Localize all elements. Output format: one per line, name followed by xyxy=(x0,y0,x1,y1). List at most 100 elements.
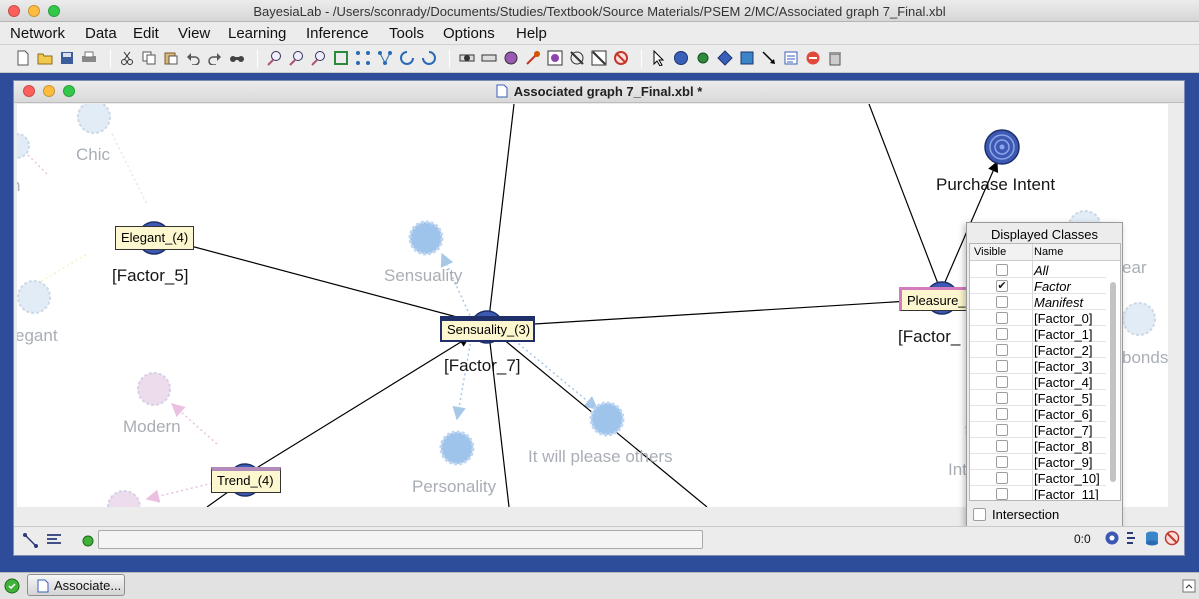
class-visible-checkbox[interactable] xyxy=(996,440,1008,452)
rotate-left-icon[interactable] xyxy=(399,50,415,66)
node-display-icon[interactable] xyxy=(459,50,475,66)
class-row[interactable]: [Factor_5] xyxy=(970,390,1106,406)
class-row[interactable]: ✔ Factor xyxy=(970,278,1106,294)
menu-tools[interactable]: Tools xyxy=(389,25,424,42)
fit-window-icon[interactable] xyxy=(333,50,349,66)
copy-icon[interactable] xyxy=(141,50,157,66)
class-visible-checkbox[interactable] xyxy=(996,312,1008,324)
toolbar-separator xyxy=(257,50,258,68)
app-status-icon[interactable] xyxy=(4,578,20,594)
arrange-icon[interactable] xyxy=(377,50,393,66)
no-data-icon[interactable] xyxy=(1164,530,1180,546)
tree-icon[interactable] xyxy=(1124,530,1140,546)
edge-display-icon[interactable] xyxy=(481,50,497,66)
class-row[interactable]: [Factor_9] xyxy=(970,454,1106,470)
class-visible-checkbox[interactable] xyxy=(996,488,1008,500)
list-mode-icon[interactable] xyxy=(46,532,62,548)
class-visible-checkbox[interactable] xyxy=(996,328,1008,340)
intersection-toggle[interactable]: Intersection xyxy=(973,507,1059,522)
zoom-fit-icon[interactable] xyxy=(311,50,327,66)
class-visible-checkbox[interactable] xyxy=(996,472,1008,484)
paste-icon[interactable] xyxy=(163,50,179,66)
menu-edit[interactable]: Edit xyxy=(133,25,159,42)
class-visible-checkbox[interactable] xyxy=(996,408,1008,420)
class-row[interactable]: [Factor_3] xyxy=(970,358,1106,374)
stop-icon[interactable] xyxy=(805,50,821,66)
graph-mode-icon[interactable] xyxy=(22,532,38,548)
cut-icon[interactable] xyxy=(119,50,135,66)
zoom-in-icon[interactable] xyxy=(267,50,283,66)
classes-scrollbar[interactable] xyxy=(1110,282,1116,482)
class-row[interactable]: Manifest xyxy=(970,294,1106,310)
undo-icon[interactable] xyxy=(185,50,201,66)
circle-node-icon[interactable] xyxy=(673,50,689,66)
rotate-right-icon[interactable] xyxy=(421,50,437,66)
menu-data[interactable]: Data xyxy=(85,25,117,42)
database-icon[interactable] xyxy=(1144,530,1160,546)
class-visible-checkbox[interactable] xyxy=(996,456,1008,468)
node-icon[interactable] xyxy=(503,50,519,66)
monitor-elegant[interactable]: Elegant_(4) xyxy=(115,226,194,250)
label-chic: Chic xyxy=(76,145,111,164)
class-visible-checkbox[interactable] xyxy=(996,360,1008,372)
faded-arc xyxy=(440,252,473,321)
label-sensuality: Sensuality xyxy=(384,266,463,285)
taskbar-item-associated[interactable]: Associate... xyxy=(27,574,125,596)
label-elegant: egant xyxy=(17,326,58,345)
menu-view[interactable]: View xyxy=(178,25,210,42)
class-row[interactable]: All xyxy=(970,262,1106,278)
arc-sensuality-pleasure xyxy=(501,298,943,327)
arc-top-pleasure xyxy=(868,104,941,290)
monitor-sensuality[interactable]: Sensuality_(3) xyxy=(440,316,535,342)
menu-options[interactable]: Options xyxy=(443,25,495,42)
class-row[interactable]: [Factor_7] xyxy=(970,422,1106,438)
class-row[interactable]: [Factor_8] xyxy=(970,438,1106,454)
trash-icon[interactable] xyxy=(827,50,843,66)
pointer-icon[interactable] xyxy=(651,50,667,66)
taskbar-expand-icon[interactable] xyxy=(1181,578,1197,594)
find-icon[interactable] xyxy=(229,50,245,66)
decision-node-icon[interactable] xyxy=(717,50,733,66)
class-visible-checkbox[interactable]: ✔ xyxy=(996,280,1008,292)
distribute-icon[interactable] xyxy=(355,50,371,66)
monitor-trend[interactable]: Trend_(4) xyxy=(211,467,281,493)
header-visible: Visible xyxy=(974,246,1007,258)
print-icon[interactable] xyxy=(81,50,97,66)
class-row[interactable]: [Factor_0] xyxy=(970,310,1106,326)
class-visible-checkbox[interactable] xyxy=(996,344,1008,356)
hide-icon[interactable] xyxy=(569,50,585,66)
save-icon[interactable] xyxy=(59,50,75,66)
zoom-out-icon[interactable] xyxy=(289,50,305,66)
note-icon[interactable] xyxy=(783,50,799,66)
class-visible-checkbox[interactable] xyxy=(996,376,1008,388)
class-row[interactable]: [Factor_4] xyxy=(970,374,1106,390)
class-name: [Factor_0] xyxy=(1034,311,1093,326)
new-icon[interactable] xyxy=(15,50,31,66)
class-visible-checkbox[interactable] xyxy=(996,296,1008,308)
arc-icon[interactable] xyxy=(525,50,541,66)
node-elegant-manifest xyxy=(17,280,51,314)
class-visible-checkbox[interactable] xyxy=(996,264,1008,276)
arc-tool-icon[interactable] xyxy=(761,50,777,66)
monitor-icon[interactable] xyxy=(1104,530,1120,546)
class-row[interactable]: [Factor_1] xyxy=(970,326,1106,342)
constraint-node-icon[interactable] xyxy=(695,50,711,66)
class-row[interactable]: [Factor_10] xyxy=(970,470,1106,486)
redo-icon[interactable] xyxy=(207,50,223,66)
class-row[interactable]: [Factor_2] xyxy=(970,342,1106,358)
open-icon[interactable] xyxy=(37,50,53,66)
delete-arc-icon[interactable] xyxy=(613,50,629,66)
class-row[interactable]: [Factor_11] xyxy=(970,486,1106,500)
menu-help[interactable]: Help xyxy=(516,25,547,42)
menu-inference[interactable]: Inference xyxy=(306,25,369,42)
class-row[interactable]: [Factor_6] xyxy=(970,406,1106,422)
monitor-pleasure[interactable]: Pleasure_ xyxy=(899,287,969,311)
image-icon[interactable] xyxy=(547,50,563,66)
class-visible-checkbox[interactable] xyxy=(996,424,1008,436)
menu-learning[interactable]: Learning xyxy=(228,25,286,42)
menu-network[interactable]: Network xyxy=(10,25,65,42)
class-visible-checkbox[interactable] xyxy=(996,392,1008,404)
utility-node-icon[interactable] xyxy=(739,50,755,66)
filter-icon[interactable] xyxy=(591,50,607,66)
intersection-checkbox[interactable] xyxy=(973,508,986,521)
